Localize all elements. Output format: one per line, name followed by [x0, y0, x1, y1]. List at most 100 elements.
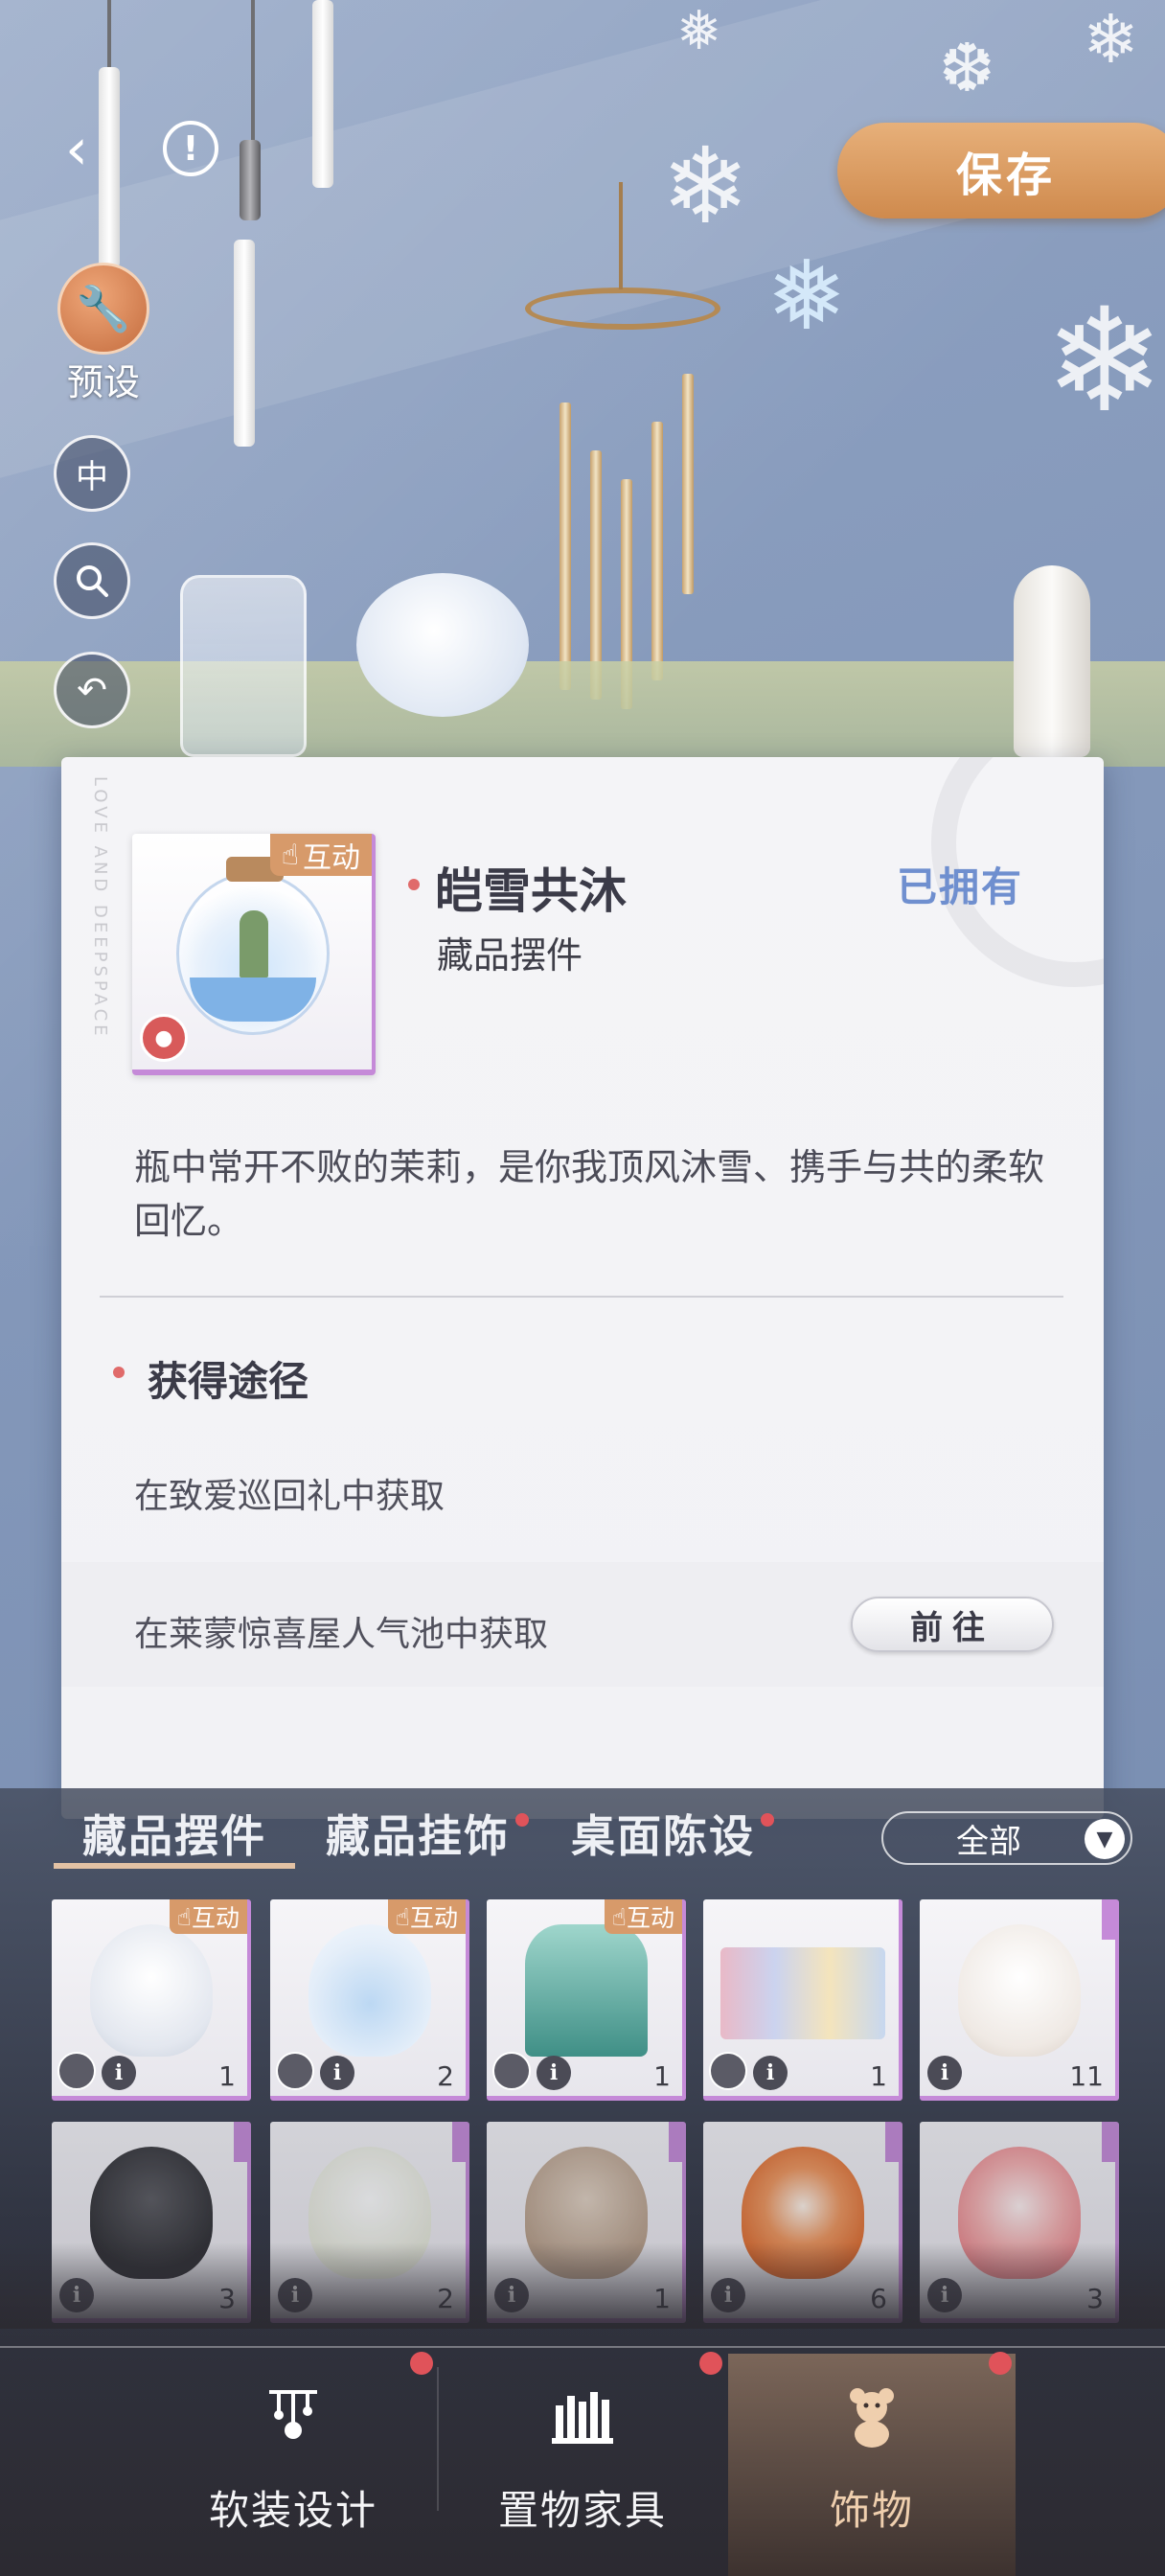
undo-button[interactable]: ↶	[54, 652, 130, 728]
wind-chime-tube	[651, 422, 663, 680]
acquire-source: 在致爱巡回礼中获取	[134, 1477, 445, 1516]
pendant-wire	[107, 0, 111, 77]
hand-icon: ☝	[611, 1902, 627, 1931]
snow-jar-decoration	[180, 575, 307, 757]
card-watermark: LOVE AND DEEPSPACE	[90, 776, 110, 1040]
nav-ornaments[interactable]: 饰物	[728, 2354, 1016, 2576]
center-view-button[interactable]: 中	[54, 435, 130, 512]
notification-dot	[699, 2352, 722, 2375]
wind-chime-ring	[525, 288, 720, 330]
nav-soft-decoration[interactable]: 软装设计	[149, 2354, 437, 2576]
item-count: 11	[1069, 2060, 1104, 2092]
acquire-section-title: 获得途径	[148, 1358, 309, 1405]
notification-dot	[989, 2352, 1012, 2375]
snowflake-ornament: ❅	[766, 240, 847, 352]
interact-tag-label: 互动	[191, 1904, 240, 1932]
section-bullet	[113, 1367, 125, 1378]
filter-dropdown[interactable]: 全部 ▼	[881, 1811, 1132, 1865]
pendant-lamp	[312, 0, 333, 188]
item-count: 1	[653, 2060, 671, 2092]
teddy-bear-icon	[824, 2373, 920, 2459]
item-count: 1	[870, 2060, 887, 2092]
info-icon[interactable]: i	[537, 2056, 571, 2090]
snowflake-ornament: ❄	[661, 125, 750, 247]
pendant-lamp	[234, 240, 255, 447]
snowflake-ornament: ❄	[1044, 278, 1165, 445]
rarity-marker	[1102, 2122, 1115, 2162]
inventory-item[interactable]: ☝ 互动 i 1	[52, 1899, 251, 2101]
hand-icon: ☝	[395, 1902, 410, 1931]
item-thumbnail: ☝ 互动 ●	[132, 834, 376, 1075]
character-avatar-icon	[276, 2052, 314, 2090]
chandelier-icon	[245, 2373, 341, 2459]
rarity-marker	[1102, 1899, 1115, 1940]
hand-icon: ☝	[176, 1902, 192, 1931]
preset-label: 预设	[66, 361, 140, 403]
filter-value: 全部	[956, 1822, 1021, 1861]
nav-label: 置物家具	[497, 2487, 667, 2534]
wind-chime-tube	[560, 402, 571, 690]
wind-chime-tube	[682, 374, 694, 594]
info-icon[interactable]: i	[320, 2056, 354, 2090]
owned-status: 已拥有	[896, 863, 1023, 910]
wrench-icon: 🔧	[76, 282, 131, 334]
inventory-item[interactable]: ☝ 互动 i 2	[270, 1899, 469, 2101]
info-button[interactable]: !	[163, 121, 218, 176]
info-icon[interactable]: i	[102, 2056, 136, 2090]
interact-tag: ☝ 互动	[604, 1899, 682, 1934]
character-avatar-icon	[709, 2052, 747, 2090]
interact-tag: ☝ 互动	[269, 834, 372, 876]
item-count: 1	[218, 2060, 236, 2092]
tab-collection-ornaments[interactable]: 藏品摆件	[82, 1802, 266, 1865]
wind-chime-string	[619, 182, 623, 289]
back-button[interactable]: ‹	[46, 115, 107, 184]
preset-button[interactable]: 🔧	[57, 263, 149, 355]
character-avatar-icon: ●	[140, 1014, 188, 1062]
snowflake-ornament: ❅	[676, 0, 721, 62]
notification-dot	[761, 1813, 774, 1827]
title-bullet	[408, 879, 420, 890]
tab-collection-hangings[interactable]: 藏品挂饰	[326, 1802, 510, 1865]
snowflake-ornament: ❆	[939, 29, 995, 107]
save-button[interactable]: 保存	[837, 123, 1165, 218]
nav-divider	[0, 2346, 1165, 2348]
info-icon[interactable]: i	[753, 2056, 788, 2090]
item-description: 瓶中常开不败的茉莉，是你我顶风沐雪、携手与共的柔软回忆。	[134, 1146, 1045, 1242]
character-avatar-icon	[492, 2052, 531, 2090]
chevron-left-icon: ‹	[65, 116, 88, 183]
grid-fade-overlay	[0, 2242, 1165, 2329]
rarity-marker	[885, 2122, 899, 2162]
snowman-illustration	[90, 1924, 213, 2057]
active-tab-indicator	[54, 1863, 295, 1869]
interact-tag-label: 互动	[303, 841, 360, 875]
crystal-forest-illustration	[525, 1924, 648, 2057]
undo-icon: ↶	[77, 669, 107, 711]
interact-tag: ☝ 互动	[169, 1899, 247, 1934]
magnifier-icon	[77, 565, 108, 597]
tab-desktop-display[interactable]: 桌面陈设	[571, 1802, 755, 1865]
item-category: 藏品摆件	[437, 934, 583, 977]
pendant-lamp-cap	[240, 140, 261, 220]
bookshelf-icon	[535, 2373, 630, 2459]
inventory-item[interactable]: i 11	[920, 1899, 1119, 2101]
zoom-button[interactable]	[54, 542, 130, 619]
divider	[100, 1296, 1063, 1298]
nav-label: 软装设计	[208, 2487, 377, 2534]
statue-decoration	[1014, 565, 1090, 757]
item-detail-card: LOVE AND DEEPSPACE ☝ 互动 ● 皑雪共沐 已拥有 藏品摆件 …	[61, 757, 1104, 1819]
notification-dot	[410, 2352, 433, 2375]
item-title: 皑雪共沐	[435, 862, 627, 919]
dropdown-arrow-icon: ▼	[1085, 1819, 1125, 1859]
inventory-item[interactable]: i 1	[703, 1899, 902, 2101]
nav-furniture[interactable]: 置物家具	[439, 2354, 726, 2576]
snow-bird-decoration	[356, 573, 529, 717]
info-icon[interactable]: i	[927, 2056, 962, 2090]
interact-tag-label: 互动	[626, 1904, 674, 1932]
pendant-wire	[251, 0, 255, 144]
nail-polish-set-illustration	[720, 1947, 885, 2039]
goto-button[interactable]: 前往	[851, 1597, 1054, 1652]
plush-doll-illustration	[958, 1924, 1081, 2057]
inventory-item[interactable]: ☝ 互动 i 1	[487, 1899, 686, 2101]
hand-icon: ☝	[281, 838, 299, 872]
interact-tag-label: 互动	[409, 1904, 458, 1932]
